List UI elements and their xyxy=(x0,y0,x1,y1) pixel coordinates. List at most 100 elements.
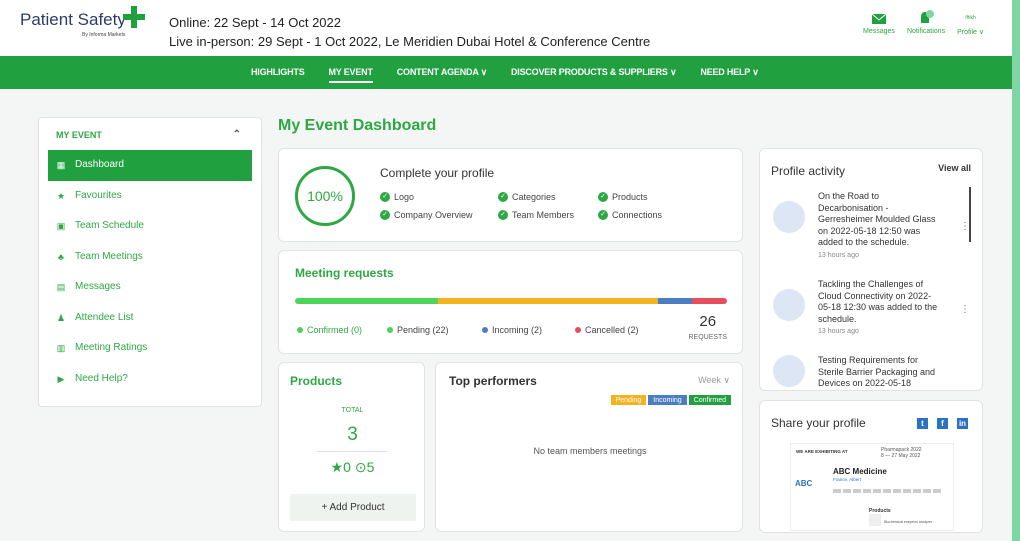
right-edge-strip xyxy=(1012,0,1020,541)
envelope-icon xyxy=(871,13,886,24)
avatar xyxy=(773,289,805,321)
check-icon: ✓ xyxy=(380,192,390,202)
sidebar-item-attendee-list[interactable]: ♟ Attendee List xyxy=(39,303,261,334)
activity-scrollbar[interactable] xyxy=(969,187,971,242)
week-select[interactable]: Week ∨ xyxy=(698,375,730,386)
bar-segment-pending xyxy=(437,298,658,304)
avatar xyxy=(773,201,805,233)
brand-logo[interactable]: Patient Safety By Informa Markets xyxy=(20,6,145,38)
profile-item-categories[interactable]: ✓ Categories xyxy=(498,192,556,202)
sidebar-item-meeting-ratings[interactable]: ▥ Meeting Ratings xyxy=(39,333,261,364)
notifications-button[interactable]: Notifications xyxy=(907,10,945,36)
kebab-menu-icon[interactable]: ⋮ xyxy=(960,304,970,315)
header-actions: Messages Notifications Iftikh Profile ∨ xyxy=(863,10,984,36)
view-all-link[interactable]: View all xyxy=(938,163,971,173)
nav-my-event[interactable]: MY EVENT xyxy=(328,56,373,89)
profile-item-logo[interactable]: ✓ Logo xyxy=(380,192,414,202)
sidebar-header[interactable]: MY EVENT ⌃ xyxy=(39,118,261,150)
preview-product-name: Biochemical enzymes analyzer xyxy=(884,520,933,524)
check-icon: ✓ xyxy=(498,210,508,220)
activity-item[interactable]: On the Road to Decarbonisation - Gerresh… xyxy=(773,191,970,263)
top-header: Patient Safety By Informa Markets Online… xyxy=(0,0,1012,56)
nav-need-help[interactable]: NEED HELP ∨ xyxy=(700,56,758,89)
total-requests-count: 26 xyxy=(699,313,717,330)
meeting-requests-total: 26 REQUESTS xyxy=(688,313,727,342)
preview-logo: ABC xyxy=(795,479,813,488)
activity-item[interactable]: Testing Requirements for Sterile Barrier… xyxy=(773,355,953,387)
sidebar-item-messages[interactable]: ▤ Messages xyxy=(39,272,261,303)
top-performers-title: Top performers xyxy=(449,374,537,388)
brand-plus-icon xyxy=(123,6,145,28)
tag-incoming[interactable]: Incoming xyxy=(647,394,688,406)
products-title: Products xyxy=(290,374,343,388)
status-tags: Pending Incoming Confirmed xyxy=(609,394,732,406)
nav-highlights[interactable]: HIGHLIGHTS xyxy=(251,56,305,89)
tag-pending[interactable]: Pending xyxy=(609,394,648,406)
check-icon: ✓ xyxy=(598,210,608,220)
preview-event: Pharmapack 2022 8 — 27 May 2022 xyxy=(881,447,922,459)
meeting-requests-bar xyxy=(295,298,727,304)
help-icon: ▶ xyxy=(57,373,65,384)
profile-item-team-members[interactable]: ✓ Team Members xyxy=(498,210,574,220)
twitter-icon[interactable]: t xyxy=(917,418,928,429)
bar-segment-confirmed xyxy=(295,298,438,304)
chevron-up-icon[interactable]: ⌃ xyxy=(233,129,241,140)
top-performers-empty: No team members meetings xyxy=(533,446,647,456)
main-nav: HIGHLIGHTS MY EVENT CONTENT AGENDA ∨ DIS… xyxy=(0,56,1012,89)
profile-menu[interactable]: Iftikh Profile ∨ xyxy=(957,10,984,36)
kebab-menu-icon[interactable]: ⋮ xyxy=(960,221,970,232)
avatar xyxy=(773,355,805,387)
nav-content-agenda[interactable]: CONTENT AGENDA ∨ xyxy=(397,56,487,89)
star-icon: ★ xyxy=(56,190,66,201)
brand-name: Patient Safety xyxy=(20,10,126,29)
linkedin-icon[interactable]: in xyxy=(957,418,968,429)
share-profile-title: Share your profile xyxy=(771,416,866,430)
facebook-icon[interactable]: f xyxy=(937,418,948,429)
legend-incoming[interactable]: Incoming (2) xyxy=(482,325,542,335)
legend-pending[interactable]: Pending (22) xyxy=(387,325,449,335)
nav-discover-products[interactable]: DISCOVER PRODUCTS & SUPPLIERS ∨ xyxy=(511,56,677,89)
messages-button[interactable]: Messages xyxy=(863,10,895,36)
meeting-requests-card: Meeting requests Confirmed (0) Pending (… xyxy=(278,250,743,354)
profile-item-connections[interactable]: ✓ Connections xyxy=(598,210,662,220)
profile-item-company-overview[interactable]: ✓ Company Overview xyxy=(380,210,473,220)
sidebar-title: MY EVENT xyxy=(56,130,102,140)
event-dates: Online: 22 Sept - 14 Oct 2022 Live in-pe… xyxy=(169,13,650,51)
sidebar-item-favourites[interactable]: ★ Favourites xyxy=(39,181,261,212)
share-profile-card: Share your profile t f in WE ARE EXHIBIT… xyxy=(759,400,983,533)
notifications-label: Notifications xyxy=(906,28,946,35)
dashboard-icon: ▦ xyxy=(56,160,66,170)
activity-item[interactable]: Tackling the Challenges of Cloud Connect… xyxy=(773,279,970,339)
preview-exhibiting-text: WE ARE EXHIBITING AT xyxy=(796,449,848,454)
users-icon: ♟ xyxy=(56,312,66,323)
product-thumbnail xyxy=(869,514,881,527)
profile-item-products[interactable]: ✓ Products xyxy=(598,192,648,202)
legend-cancelled[interactable]: Cancelled (2) xyxy=(575,325,639,335)
messages-label: Messages xyxy=(863,28,895,35)
tag-confirmed[interactable]: Confirmed xyxy=(687,394,732,406)
message-icon: ▤ xyxy=(56,282,66,292)
sidebar-item-team-schedule[interactable]: ▣ Team Schedule xyxy=(39,211,261,242)
bar-segment-cancelled xyxy=(692,298,727,304)
sidebar: MY EVENT ⌃ ▦ Dashboard ★ Favourites ▣ Team … xyxy=(38,117,262,407)
sidebar-item-team-meetings[interactable]: ♣ Team Meetings xyxy=(39,242,261,273)
legend-confirmed[interactable]: Confirmed (0) xyxy=(297,325,362,335)
preview-products: Products Biochemical enzymes analyzer xyxy=(869,508,951,530)
profile-activity-title: Profile activity xyxy=(771,164,846,178)
event-online-dates: Online: 22 Sept - 14 Oct 2022 xyxy=(169,15,341,30)
completion-ring: 100% xyxy=(295,166,355,226)
check-icon: ✓ xyxy=(598,192,608,202)
sidebar-item-dashboard[interactable]: ▦ Dashboard xyxy=(48,150,252,181)
total-requests-label: REQUESTS xyxy=(688,334,727,341)
profile-activity-card: Profile activity View all On the Road to… xyxy=(759,148,983,391)
sidebar-item-need-help[interactable]: ▶ Need Help? xyxy=(39,364,261,395)
check-icon: ✓ xyxy=(498,192,508,202)
incoming-dot xyxy=(482,327,488,333)
profile-name: Iftikh xyxy=(965,15,976,21)
products-stats: ★0 ⊙5 xyxy=(330,459,375,475)
products-total-count: 3 xyxy=(347,424,358,445)
pending-dot xyxy=(387,327,393,333)
bar-segment-incoming xyxy=(657,298,693,304)
add-product-button[interactable]: + Add Product xyxy=(290,494,416,521)
activity-time: 13 hours ago xyxy=(818,251,859,259)
